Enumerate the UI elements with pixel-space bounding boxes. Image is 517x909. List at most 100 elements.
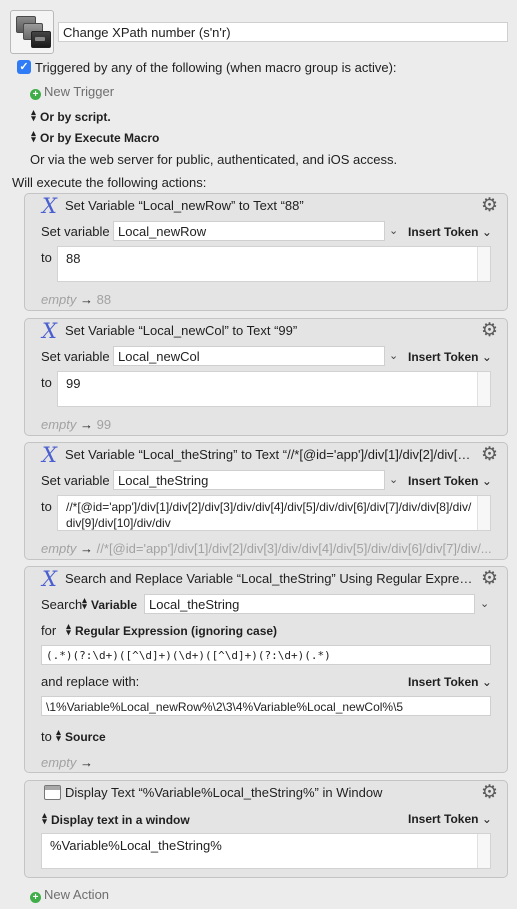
gear-icon[interactable]: ⚙ (481, 783, 498, 803)
preview-value: //*[@id='app']/div[1]/div[2]/div[3]/div/… (96, 541, 492, 556)
trigger-checkbox[interactable]: ✓ (17, 60, 31, 74)
new-trigger-button[interactable]: + New Trigger (30, 84, 114, 100)
chevron-down-icon: ⌄ (481, 675, 492, 689)
preview-value: 99 (96, 417, 112, 432)
insert-token-button[interactable]: Insert Token ⌄ (408, 350, 492, 364)
action-card-set-newrow[interactable]: X Set Variable “Local_newRow” to Text “8… (24, 193, 508, 311)
match-mode-label: Regular Expression (ignoring case) (75, 624, 278, 638)
trigger-label: Triggered by any of the following (when … (35, 60, 397, 75)
updown-icon: ▴ ▾ (56, 727, 61, 743)
insert-token-button[interactable]: Insert Token ⌄ (408, 225, 492, 239)
regex-field[interactable]: (.*)(?:\d+)([^\d]+)(\d+)([^\d]+)(?:\d+)(… (41, 645, 491, 665)
variable-name-field[interactable]: Local_newCol (113, 346, 385, 366)
insert-token-label: Insert Token (408, 225, 479, 239)
chevron-down-icon: ⌄ (481, 350, 492, 364)
search-label: Search (41, 597, 83, 612)
result-preview: empty → //*[@id='app']/div[1]/div[2]/div… (41, 541, 497, 556)
action-card-set-newcol[interactable]: X Set Variable “Local_newCol” to Text “9… (24, 318, 508, 436)
or-by-script-toggle[interactable]: ▴ ▾ Or by script. (30, 107, 110, 125)
new-action-label: New Action (44, 887, 110, 902)
new-action-button[interactable]: + New Action (30, 887, 109, 903)
variable-x-icon: X (42, 194, 57, 218)
text-area[interactable]: //*[@id='app']/div[1]/div[2]/div[3]/div/… (57, 495, 491, 531)
chevron-down-icon: ⌄ (481, 225, 492, 239)
text-area[interactable]: %Variable%Local_theString% (41, 833, 491, 869)
action-title[interactable]: Set Variable “Local_theString” to Text “… (65, 447, 475, 462)
set-variable-label: Set variable (41, 349, 110, 364)
text-area-line: //*[@id='app']/div[1]/div[2]/div[3]/div/… (66, 500, 472, 514)
search-type-popup[interactable]: ▴ ▾ Variable (81, 595, 137, 613)
window-icon (44, 785, 61, 800)
arrow-icon: → (80, 417, 94, 432)
text-area[interactable]: 99 (57, 371, 491, 407)
chevron-down-icon[interactable]: ⌄ (480, 597, 489, 610)
gear-icon[interactable]: ⚙ (481, 445, 498, 465)
replacement-field[interactable]: \1%Variable%Local_newRow%\2\3\4%Variable… (41, 696, 491, 716)
to-target-label: Source (65, 730, 106, 744)
scrollbar[interactable] (477, 372, 490, 406)
action-card-search-replace[interactable]: X Search and Replace Variable “Local_the… (24, 566, 508, 773)
disclosure-updown-icon: ▴ ▾ (31, 107, 36, 123)
gear-icon[interactable]: ⚙ (481, 196, 498, 216)
empty-label: empty (41, 541, 77, 556)
scrollbar[interactable] (477, 247, 490, 281)
for-label: for (41, 623, 57, 638)
match-mode-popup[interactable]: ▴ ▾ Regular Expression (ignoring case) (65, 621, 278, 639)
action-title[interactable]: Search and Replace Variable “Local_theSt… (65, 571, 475, 586)
will-execute-label: Will execute the following actions: (12, 175, 207, 190)
display-mode-popup[interactable]: ▴ ▾ Display text in a window (41, 811, 190, 828)
text-area-content: %Variable%Local_theString% (50, 838, 222, 853)
preview-value: 88 (96, 292, 112, 307)
insert-token-label: Insert Token (408, 812, 479, 826)
empty-label: empty (41, 292, 77, 307)
replace-label: and replace with: (41, 674, 140, 689)
web-server-text: Or via the web server for public, authen… (30, 152, 398, 167)
to-label: to (41, 375, 52, 390)
insert-token-button[interactable]: Insert Token ⌄ (408, 474, 492, 488)
action-title[interactable]: Set Variable “Local_newCol” to Text “99” (65, 323, 475, 338)
insert-token-label: Insert Token (408, 350, 479, 364)
action-card-display-text[interactable]: Display Text “%Variable%Local_theString%… (24, 780, 508, 878)
to-label: to (41, 499, 52, 514)
text-area[interactable]: 88 (57, 246, 491, 282)
plus-circle-icon: + (30, 89, 41, 100)
variable-name-field[interactable]: Local_newRow (113, 221, 385, 241)
updown-icon: ▴ ▾ (82, 595, 87, 611)
empty-label: empty (41, 755, 77, 770)
variable-x-icon: X (42, 443, 57, 467)
variable-name-field[interactable]: Local_theString (113, 470, 385, 490)
chevron-down-icon: ⌄ (481, 812, 492, 826)
gear-icon[interactable]: ⚙ (481, 569, 498, 589)
action-title[interactable]: Display Text “%Variable%Local_theString%… (65, 785, 475, 800)
search-variable-field[interactable]: Local_theString (144, 594, 475, 614)
gear-icon[interactable]: ⚙ (481, 321, 498, 341)
arrow-icon: → (80, 292, 94, 307)
to-target-popup[interactable]: ▴ ▾ Source (55, 727, 106, 745)
chevron-down-icon: ⌄ (481, 474, 492, 488)
macro-name-field[interactable]: Change XPath number (s'n'r) (58, 22, 508, 42)
insert-token-label: Insert Token (408, 474, 479, 488)
set-variable-label: Set variable (41, 224, 110, 239)
arrow-icon: → (80, 755, 94, 770)
chevron-down-icon[interactable]: ⌄ (389, 349, 398, 362)
macro-icon[interactable] (10, 10, 54, 54)
variable-x-icon: X (42, 319, 57, 343)
empty-label: empty (41, 417, 77, 432)
plus-circle-icon: + (30, 892, 41, 903)
insert-token-button[interactable]: Insert Token ⌄ (408, 675, 492, 689)
action-title[interactable]: Set Variable “Local_newRow” to Text “88” (65, 198, 475, 213)
or-by-execute-label: Or by Execute Macro (40, 131, 160, 145)
insert-token-label: Insert Token (408, 675, 479, 689)
or-by-execute-toggle[interactable]: ▴ ▾ Or by Execute Macro (30, 129, 160, 146)
scrollbar[interactable] (477, 834, 490, 868)
updown-icon: ▴ ▾ (66, 621, 71, 637)
variable-x-icon: X (42, 567, 57, 591)
result-preview: empty → (41, 755, 93, 770)
chevron-down-icon[interactable]: ⌄ (389, 224, 398, 237)
chevron-down-icon[interactable]: ⌄ (389, 473, 398, 486)
display-mode-label: Display text in a window (51, 813, 190, 827)
new-trigger-label: New Trigger (44, 84, 115, 99)
scrollbar[interactable] (477, 496, 490, 530)
insert-token-button[interactable]: Insert Token ⌄ (408, 812, 492, 826)
action-card-set-thestring[interactable]: X Set Variable “Local_theString” to Text… (24, 442, 508, 560)
